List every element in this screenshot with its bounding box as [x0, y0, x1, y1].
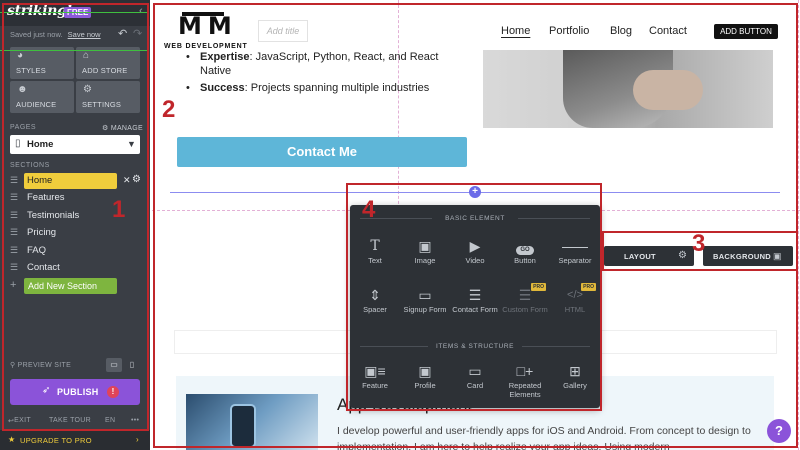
annotation-box-1	[2, 3, 149, 431]
star-icon: ★	[8, 435, 16, 444]
upgrade-to-pro-button[interactable]: ★ UPGRADE TO PRO ›	[0, 430, 150, 450]
upgrade-label: UPGRADE TO PRO	[20, 436, 92, 445]
annotation-number-2: 2	[162, 96, 176, 123]
guide-line	[798, 0, 799, 450]
annotation-number-4: 4	[362, 196, 376, 223]
chevron-right-icon: ›	[136, 435, 139, 444]
annotation-box-4	[346, 183, 602, 411]
annotation-number-3: 3	[692, 230, 706, 257]
annotation-number-1: 1	[112, 196, 126, 223]
